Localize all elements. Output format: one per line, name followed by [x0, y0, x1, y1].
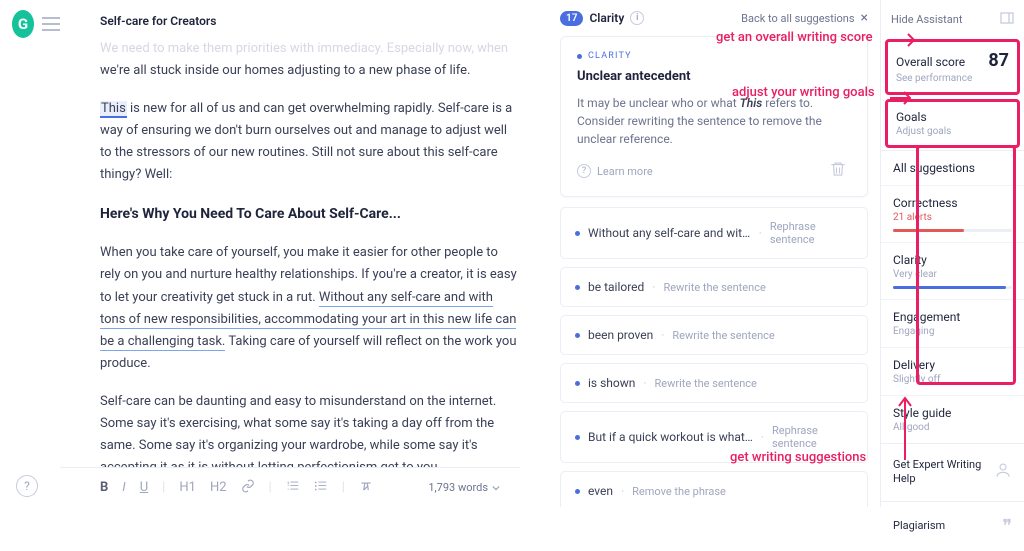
menu-icon[interactable] [42, 17, 60, 31]
faded-text: We need to make them priorities with imm… [100, 41, 508, 56]
h1-button[interactable]: H1 [179, 480, 196, 495]
subheading: Here's Why You Need To Care About Self-C… [100, 203, 520, 227]
suggestion-item[interactable]: be tailored·Rewrite the sentence [560, 267, 868, 307]
unordered-list-button[interactable] [314, 479, 328, 497]
h2-button[interactable]: H2 [210, 480, 227, 495]
category-clarity[interactable]: ClarityVery clear [881, 242, 1024, 299]
info-icon[interactable]: i [630, 11, 644, 25]
overall-score-value: 87 [988, 50, 1009, 71]
category-badge: 17 Clarity i [560, 11, 644, 26]
highlighted-word[interactable]: This [100, 101, 127, 118]
person-icon [994, 461, 1012, 483]
card-title: Unclear antecedent [577, 69, 851, 84]
hide-assistant-link[interactable]: Hide Assistant [891, 13, 962, 26]
bold-button[interactable]: B [100, 480, 108, 495]
category-delivery[interactable]: DeliverySlightly off [881, 347, 1024, 395]
underline-button[interactable]: U [140, 480, 148, 495]
learn-more-link[interactable]: ? Learn more [577, 164, 653, 178]
document-body[interactable]: We need to make them priorities with imm… [60, 38, 520, 467]
italic-button[interactable]: I [122, 480, 125, 495]
suggestion-item[interactable]: is shown·Rewrite the sentence [560, 363, 868, 403]
card-description: It may be unclear who or what This refer… [577, 94, 851, 148]
suggestion-item[interactable]: But if a quick workout is what you …·Rep… [560, 411, 868, 463]
suggestion-card-main[interactable]: CLARITY Unclear antecedent It may be unc… [560, 36, 868, 197]
clear-format-button[interactable] [359, 479, 373, 497]
card-tag: CLARITY [577, 51, 851, 61]
word-count[interactable]: 1,793 words [428, 481, 500, 494]
trash-icon[interactable] [829, 160, 851, 182]
ordered-list-button[interactable] [286, 479, 300, 497]
category-style-guide[interactable]: Style guideAll good [881, 395, 1024, 443]
all-suggestions-link[interactable]: All suggestions [881, 150, 1024, 185]
category-correctness[interactable]: Correctness21 alerts [881, 185, 1024, 242]
quote-icon: ❞ [1002, 516, 1012, 537]
goals-box[interactable]: Goals Adjust goals [885, 99, 1020, 148]
collapse-icon[interactable] [1000, 12, 1014, 27]
help-icon[interactable]: ? [16, 475, 38, 497]
document-title: Self-care for Creators [60, 0, 520, 38]
suggestion-item[interactable]: been proven·Rewrite the sentence [560, 315, 868, 355]
suggestion-count: 17 [560, 11, 583, 26]
overall-score-box[interactable]: Overall score 87 See performance [885, 39, 1020, 95]
close-icon[interactable]: × [861, 10, 868, 26]
category-engagement[interactable]: EngagementEngaging [881, 299, 1024, 347]
expert-help-link[interactable]: Get Expert Writing Help [881, 443, 1024, 501]
suggestion-item[interactable]: Without any self-care and with to…·Rephr… [560, 207, 868, 259]
suggestion-item[interactable]: even·Remove the phrase [560, 471, 868, 507]
link-button[interactable] [241, 479, 255, 497]
grammarly-logo[interactable]: G [12, 10, 34, 38]
plagiarism-link[interactable]: Plagiarism ❞ [881, 501, 1024, 551]
back-link[interactable]: Back to all suggestions [741, 12, 854, 25]
formatting-toolbar: B I U | H1 H2 | | 1,793 words [60, 467, 520, 507]
